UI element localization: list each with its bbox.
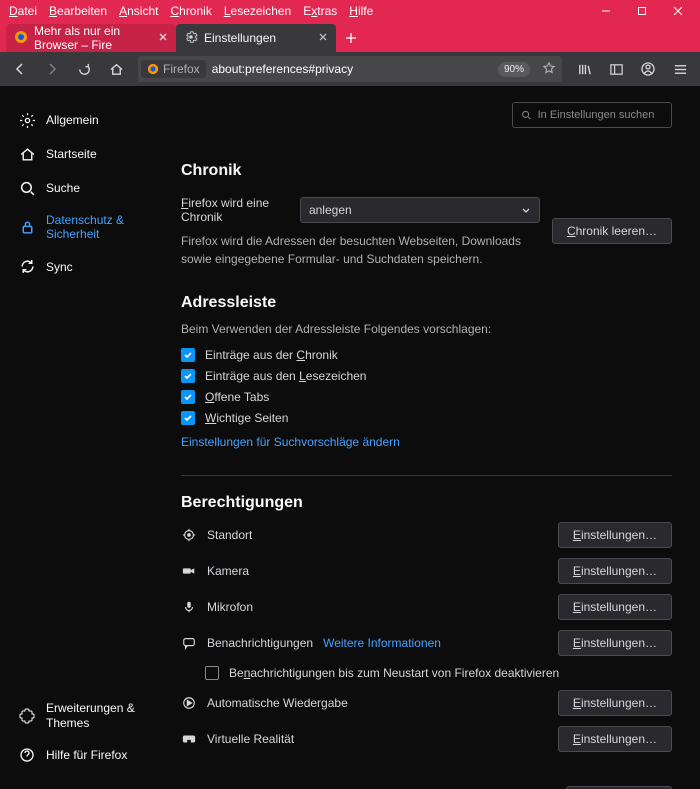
autoplay-icon	[181, 695, 197, 711]
menu-lesezeichen[interactable]: Lesezeichen	[219, 2, 296, 20]
perm-vr: Virtuelle Realität	[207, 732, 548, 746]
sidebar-item-label: Erweiterungen & Themes	[46, 701, 157, 730]
adr-link[interactable]: Einstellungen für Suchvorschläge ändern	[181, 435, 400, 449]
perm-mikrofon: Mikrofon	[207, 600, 548, 614]
chronik-desc: Firefox wird die Adressen der besuchten …	[181, 232, 540, 268]
puzzle-icon	[18, 707, 36, 725]
perm-kamera: Kamera	[207, 564, 548, 578]
sidebar-item-label: Hilfe für Firefox	[46, 748, 127, 762]
chevron-down-icon	[521, 205, 531, 215]
perm-benachrichtigungen: BenachrichtigungenWeitere Informationen	[207, 636, 548, 650]
help-icon	[18, 746, 36, 764]
sidebar-item-startseite[interactable]: Startseite	[8, 138, 167, 170]
settings-mikrofon-button[interactable]: Einstellungen…	[558, 594, 672, 620]
close-icon[interactable]	[158, 31, 168, 45]
settings-notif-button[interactable]: Einstellungen…	[558, 630, 672, 656]
chk-lesezeichen[interactable]: Einträge aus den Lesezeichen	[181, 369, 672, 383]
heading-chronik: Chronik	[181, 162, 672, 180]
sidebar: Allgemein Startseite Suche Datenschutz &…	[0, 86, 175, 789]
heading-adressleiste: Adressleiste	[181, 294, 672, 312]
forward-button[interactable]	[38, 55, 66, 83]
chk-chronik[interactable]: Einträge aus der Chronik	[181, 348, 672, 362]
notification-icon	[181, 635, 197, 651]
menu-hilfe[interactable]: Hilfe	[344, 2, 378, 20]
close-button[interactable]	[660, 0, 696, 22]
location-icon	[181, 527, 197, 543]
lock-icon	[18, 218, 36, 236]
sidebar-item-allgemein[interactable]: Allgemein	[8, 104, 167, 136]
url-text: about:preferences#privacy	[212, 62, 353, 76]
sidebar-button[interactable]	[602, 55, 630, 83]
home-button[interactable]	[102, 55, 130, 83]
titlebar: Datei Bearbeiten Ansicht Chronik Lesezei…	[0, 0, 700, 22]
notif-more-link[interactable]: Weitere Informationen	[323, 636, 441, 650]
zoom-badge[interactable]: 90%	[498, 62, 530, 77]
library-button[interactable]	[570, 55, 598, 83]
heading-berechtigungen: Berechtigungen	[181, 494, 672, 512]
chronik-select[interactable]: anlegen	[300, 197, 540, 223]
identity-label: Firefox	[163, 62, 200, 76]
sidebar-item-label: Datenschutz & Sicherheit	[46, 213, 157, 242]
settings-search-input[interactable]	[538, 109, 663, 121]
menu-extras[interactable]: Extras	[298, 2, 342, 20]
reload-button[interactable]	[70, 55, 98, 83]
sidebar-item-label: Suche	[46, 181, 80, 195]
chk-wichtige[interactable]: Wichtige Seiten	[181, 411, 672, 425]
settings-autoplay-button[interactable]: Einstellungen…	[558, 690, 672, 716]
settings-standort-button[interactable]: Einstellungen…	[558, 522, 672, 548]
account-button[interactable]	[634, 55, 662, 83]
sidebar-item-datenschutz[interactable]: Datenschutz & Sicherheit	[8, 206, 167, 249]
identity-box[interactable]: Firefox	[141, 60, 206, 78]
minimize-button[interactable]	[588, 0, 624, 22]
tab-1[interactable]: Einstellungen	[176, 24, 336, 52]
tabbar: Mehr als nur ein Browser – Fire Einstell…	[0, 22, 700, 52]
menu-chronik[interactable]: Chronik	[165, 2, 216, 20]
vr-icon	[181, 731, 197, 747]
perm-autoplay: Automatische Wiedergabe	[207, 696, 548, 710]
gear-icon	[184, 30, 198, 47]
menu-datei[interactable]: Datei	[4, 2, 42, 20]
menu-button[interactable]	[666, 55, 694, 83]
search-icon	[18, 179, 36, 197]
camera-icon	[181, 563, 197, 579]
sidebar-item-label: Startseite	[46, 147, 97, 161]
firefox-icon	[14, 30, 28, 47]
gear-icon	[18, 111, 36, 129]
navbar: Firefox about:preferences#privacy 90%	[0, 52, 700, 86]
sidebar-item-hilfe[interactable]: Hilfe für Firefox	[8, 739, 167, 771]
home-icon	[18, 145, 36, 163]
menubar: Datei Bearbeiten Ansicht Chronik Lesezei…	[4, 2, 378, 20]
chk-tabs[interactable]: Offene Tabs	[181, 390, 672, 404]
chk-notif-disable[interactable]: Benachrichtigungen bis zum Neustart von …	[205, 666, 672, 680]
perm-standort: Standort	[207, 528, 548, 542]
sidebar-item-extensions[interactable]: Erweiterungen & Themes	[8, 694, 167, 737]
tab-0[interactable]: Mehr als nur ein Browser – Fire	[6, 24, 176, 52]
clear-history-button[interactable]: Chronik leeren…	[552, 218, 672, 244]
chronik-select-value: anlegen	[309, 203, 352, 217]
settings-kamera-button[interactable]: Einstellungen…	[558, 558, 672, 584]
menu-ansicht[interactable]: Ansicht	[114, 2, 163, 20]
menu-bearbeiten[interactable]: Bearbeiten	[44, 2, 112, 20]
new-tab-button[interactable]	[336, 24, 366, 52]
content: Chronik Firefox wird eine Chronik anlege…	[175, 86, 700, 789]
maximize-button[interactable]	[624, 0, 660, 22]
sidebar-item-label: Sync	[46, 260, 73, 274]
sidebar-item-sync[interactable]: Sync	[8, 251, 167, 283]
tab-label: Einstellungen	[204, 31, 276, 45]
settings-search[interactable]	[512, 102, 672, 128]
search-icon	[521, 109, 532, 121]
chronik-prefix: Firefox wird eine Chronik	[181, 196, 292, 224]
adr-sub: Beim Verwenden der Adressleiste Folgende…	[181, 322, 672, 336]
sidebar-item-suche[interactable]: Suche	[8, 172, 167, 204]
sidebar-item-label: Allgemein	[46, 113, 99, 127]
back-button[interactable]	[6, 55, 34, 83]
mic-icon	[181, 599, 197, 615]
tab-label: Mehr als nur ein Browser – Fire	[34, 24, 152, 52]
urlbar[interactable]: Firefox about:preferences#privacy 90%	[138, 56, 562, 82]
sync-icon	[18, 258, 36, 276]
close-icon[interactable]	[318, 31, 328, 45]
bookmark-star-icon[interactable]	[542, 61, 556, 78]
settings-vr-button[interactable]: Einstellungen…	[558, 726, 672, 752]
